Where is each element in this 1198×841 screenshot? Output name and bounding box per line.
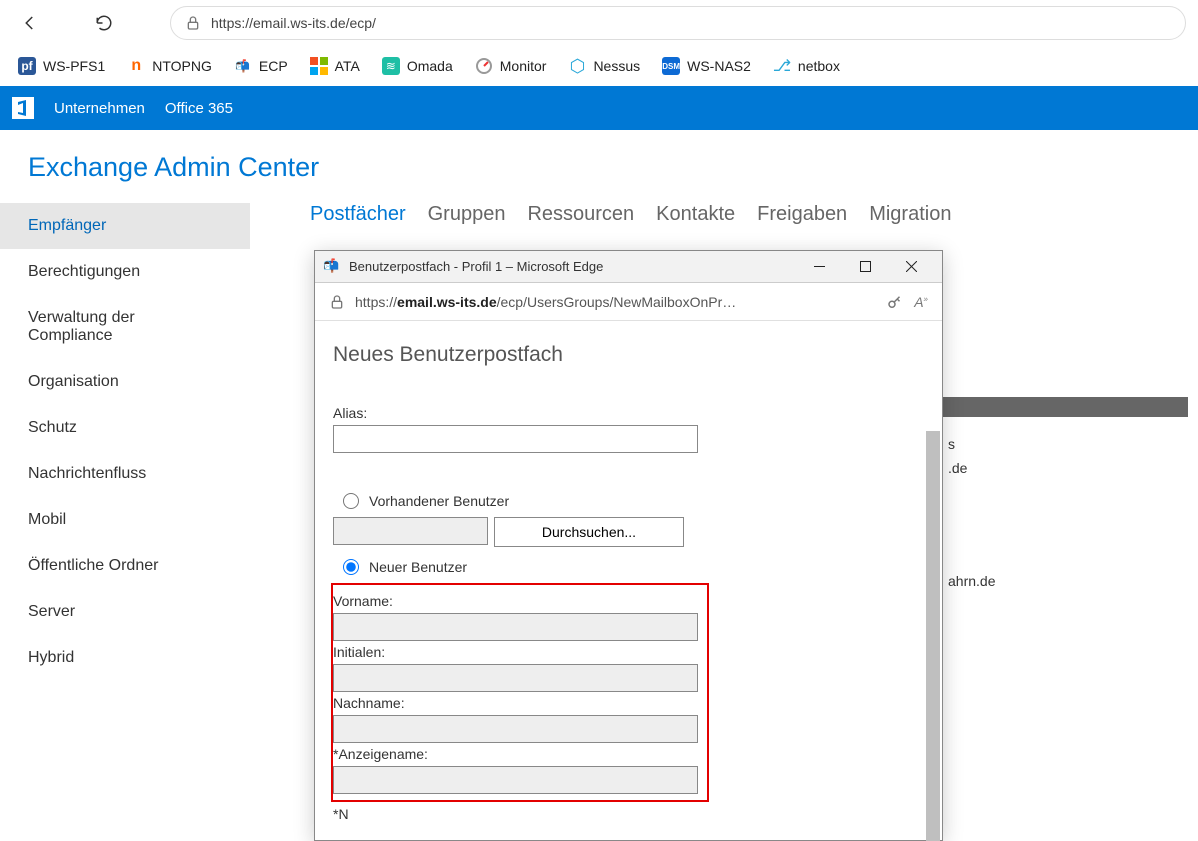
sidebar: Empfänger Berechtigungen Verwaltung der … [0,193,250,681]
tab-migration[interactable]: Migration [869,203,951,226]
bookmark-ws-nas2[interactable]: DSMWS-NAS2 [662,57,751,75]
sidebar-item-server[interactable]: Server [0,589,250,635]
close-button[interactable] [888,252,934,282]
popup-titlebar[interactable]: 📬 Benutzerpostfach - Profil 1 – Microsof… [315,251,942,283]
existing-user-input [333,517,488,545]
existing-user-radio-row[interactable]: Vorhandener Benutzer [343,493,924,509]
address-bar[interactable]: https://email.ws-its.de/ecp/ [170,6,1186,40]
popup-url: https://email.ws-its.de/ecp/UsersGroups/… [355,294,876,310]
sidebar-item-nachrichtenfluss[interactable]: Nachrichtenfluss [0,451,250,497]
highlighted-fields: Vorname: Initialen: Nachname: *Anzeigena… [331,583,709,802]
url-text: https://email.ws-its.de/ecp/ [211,15,376,31]
bg-text-fragment: s [948,436,955,452]
tabs: Postfächer Gruppen Ressourcen Kontakte F… [310,203,1198,226]
anzeigename-label: *Anzeigename: [333,746,697,762]
new-user-label: Neuer Benutzer [369,559,467,575]
bookmark-icon: ⬡ [568,57,586,75]
tab-gruppen[interactable]: Gruppen [428,203,506,226]
browser-toolbar: https://email.ws-its.de/ecp/ [0,0,1198,46]
bookmark-nessus[interactable]: ⬡Nessus [568,57,640,75]
key-icon[interactable] [886,293,904,311]
scrollbar[interactable] [926,431,940,841]
bookmark-icon: n [127,57,145,75]
bookmark-icon [475,57,493,75]
back-button[interactable] [12,5,48,41]
alias-input[interactable] [333,425,698,453]
tab-postfaecher[interactable]: Postfächer [310,203,406,226]
refresh-button[interactable] [86,5,122,41]
o365-header: Unternehmen Office 365 [0,86,1198,130]
lock-icon [329,294,345,310]
bookmark-omada[interactable]: ≋Omada [382,57,453,75]
bookmark-ws-pfs1[interactable]: pfWS-PFS1 [18,57,105,75]
bookmark-icon: 📬 [234,57,252,75]
sidebar-item-compliance[interactable]: Verwaltung der Compliance [0,295,250,359]
bookmark-ata[interactable]: ATA [310,57,360,75]
browse-button[interactable]: Durchsuchen... [494,517,684,547]
mailbox-icon: 📬 [323,258,341,276]
office-logo-icon [12,97,34,119]
anzeigename-input[interactable] [333,766,698,794]
nachname-label: Nachname: [333,695,697,711]
bookmark-icon: pf [18,57,36,75]
bookmark-icon [310,57,328,75]
maximize-button[interactable] [842,252,888,282]
bookmark-ecp[interactable]: 📬ECP [234,57,288,75]
existing-user-radio[interactable] [343,493,359,509]
sidebar-item-schutz[interactable]: Schutz [0,405,250,451]
initialen-input[interactable] [333,664,698,692]
sidebar-item-berechtigungen[interactable]: Berechtigungen [0,249,250,295]
bookmarks-bar: pfWS-PFS1 nNTOPNG 📬ECP ATA ≋Omada Monito… [0,46,1198,86]
vorname-label: Vorname: [333,593,697,609]
popup-body: Neues Benutzerpostfach Alias: Vorhandene… [315,321,942,840]
nachname-input[interactable] [333,715,698,743]
new-user-radio[interactable] [343,559,359,575]
sidebar-item-organisation[interactable]: Organisation [0,359,250,405]
reader-icon[interactable]: A» [914,294,928,310]
sidebar-item-oeffentliche-ordner[interactable]: Öffentliche Ordner [0,543,250,589]
company-link[interactable]: Unternehmen [54,100,145,117]
wifi-icon: ≋ [382,57,400,75]
tab-freigaben[interactable]: Freigaben [757,203,847,226]
popup-heading: Neues Benutzerpostfach [333,343,924,367]
vorname-input[interactable] [333,613,698,641]
popup-address-bar[interactable]: https://email.ws-its.de/ecp/UsersGroups/… [315,283,942,321]
new-mailbox-popup: 📬 Benutzerpostfach - Profil 1 – Microsof… [314,250,943,841]
existing-user-label: Vorhandener Benutzer [369,493,509,509]
sidebar-item-mobil[interactable]: Mobil [0,497,250,543]
office365-link[interactable]: Office 365 [165,100,233,117]
lock-icon [185,15,201,31]
bookmark-netbox[interactable]: ⎇netbox [773,57,840,75]
bg-text-fragment: ahrn.de [948,573,995,589]
initialen-label: Initialen: [333,644,697,660]
new-user-radio-row[interactable]: Neuer Benutzer [343,559,924,575]
alias-label: Alias: [333,405,924,421]
bookmark-ntopng[interactable]: nNTOPNG [127,57,212,75]
bg-text-fragment: .de [948,460,967,476]
tab-kontakte[interactable]: Kontakte [656,203,735,226]
sidebar-item-hybrid[interactable]: Hybrid [0,635,250,681]
minimize-button[interactable] [796,252,842,282]
bookmark-icon: ⎇ [773,57,791,75]
bookmark-icon: DSM [662,57,680,75]
page-title: Exchange Admin Center [0,130,1198,193]
bookmark-monitor[interactable]: Monitor [475,57,547,75]
popup-window-title: Benutzerpostfach - Profil 1 – Microsoft … [349,259,796,274]
name-label-cut: *N [333,806,924,822]
tab-ressourcen[interactable]: Ressourcen [527,203,634,226]
sidebar-item-empfaenger[interactable]: Empfänger [0,203,250,249]
